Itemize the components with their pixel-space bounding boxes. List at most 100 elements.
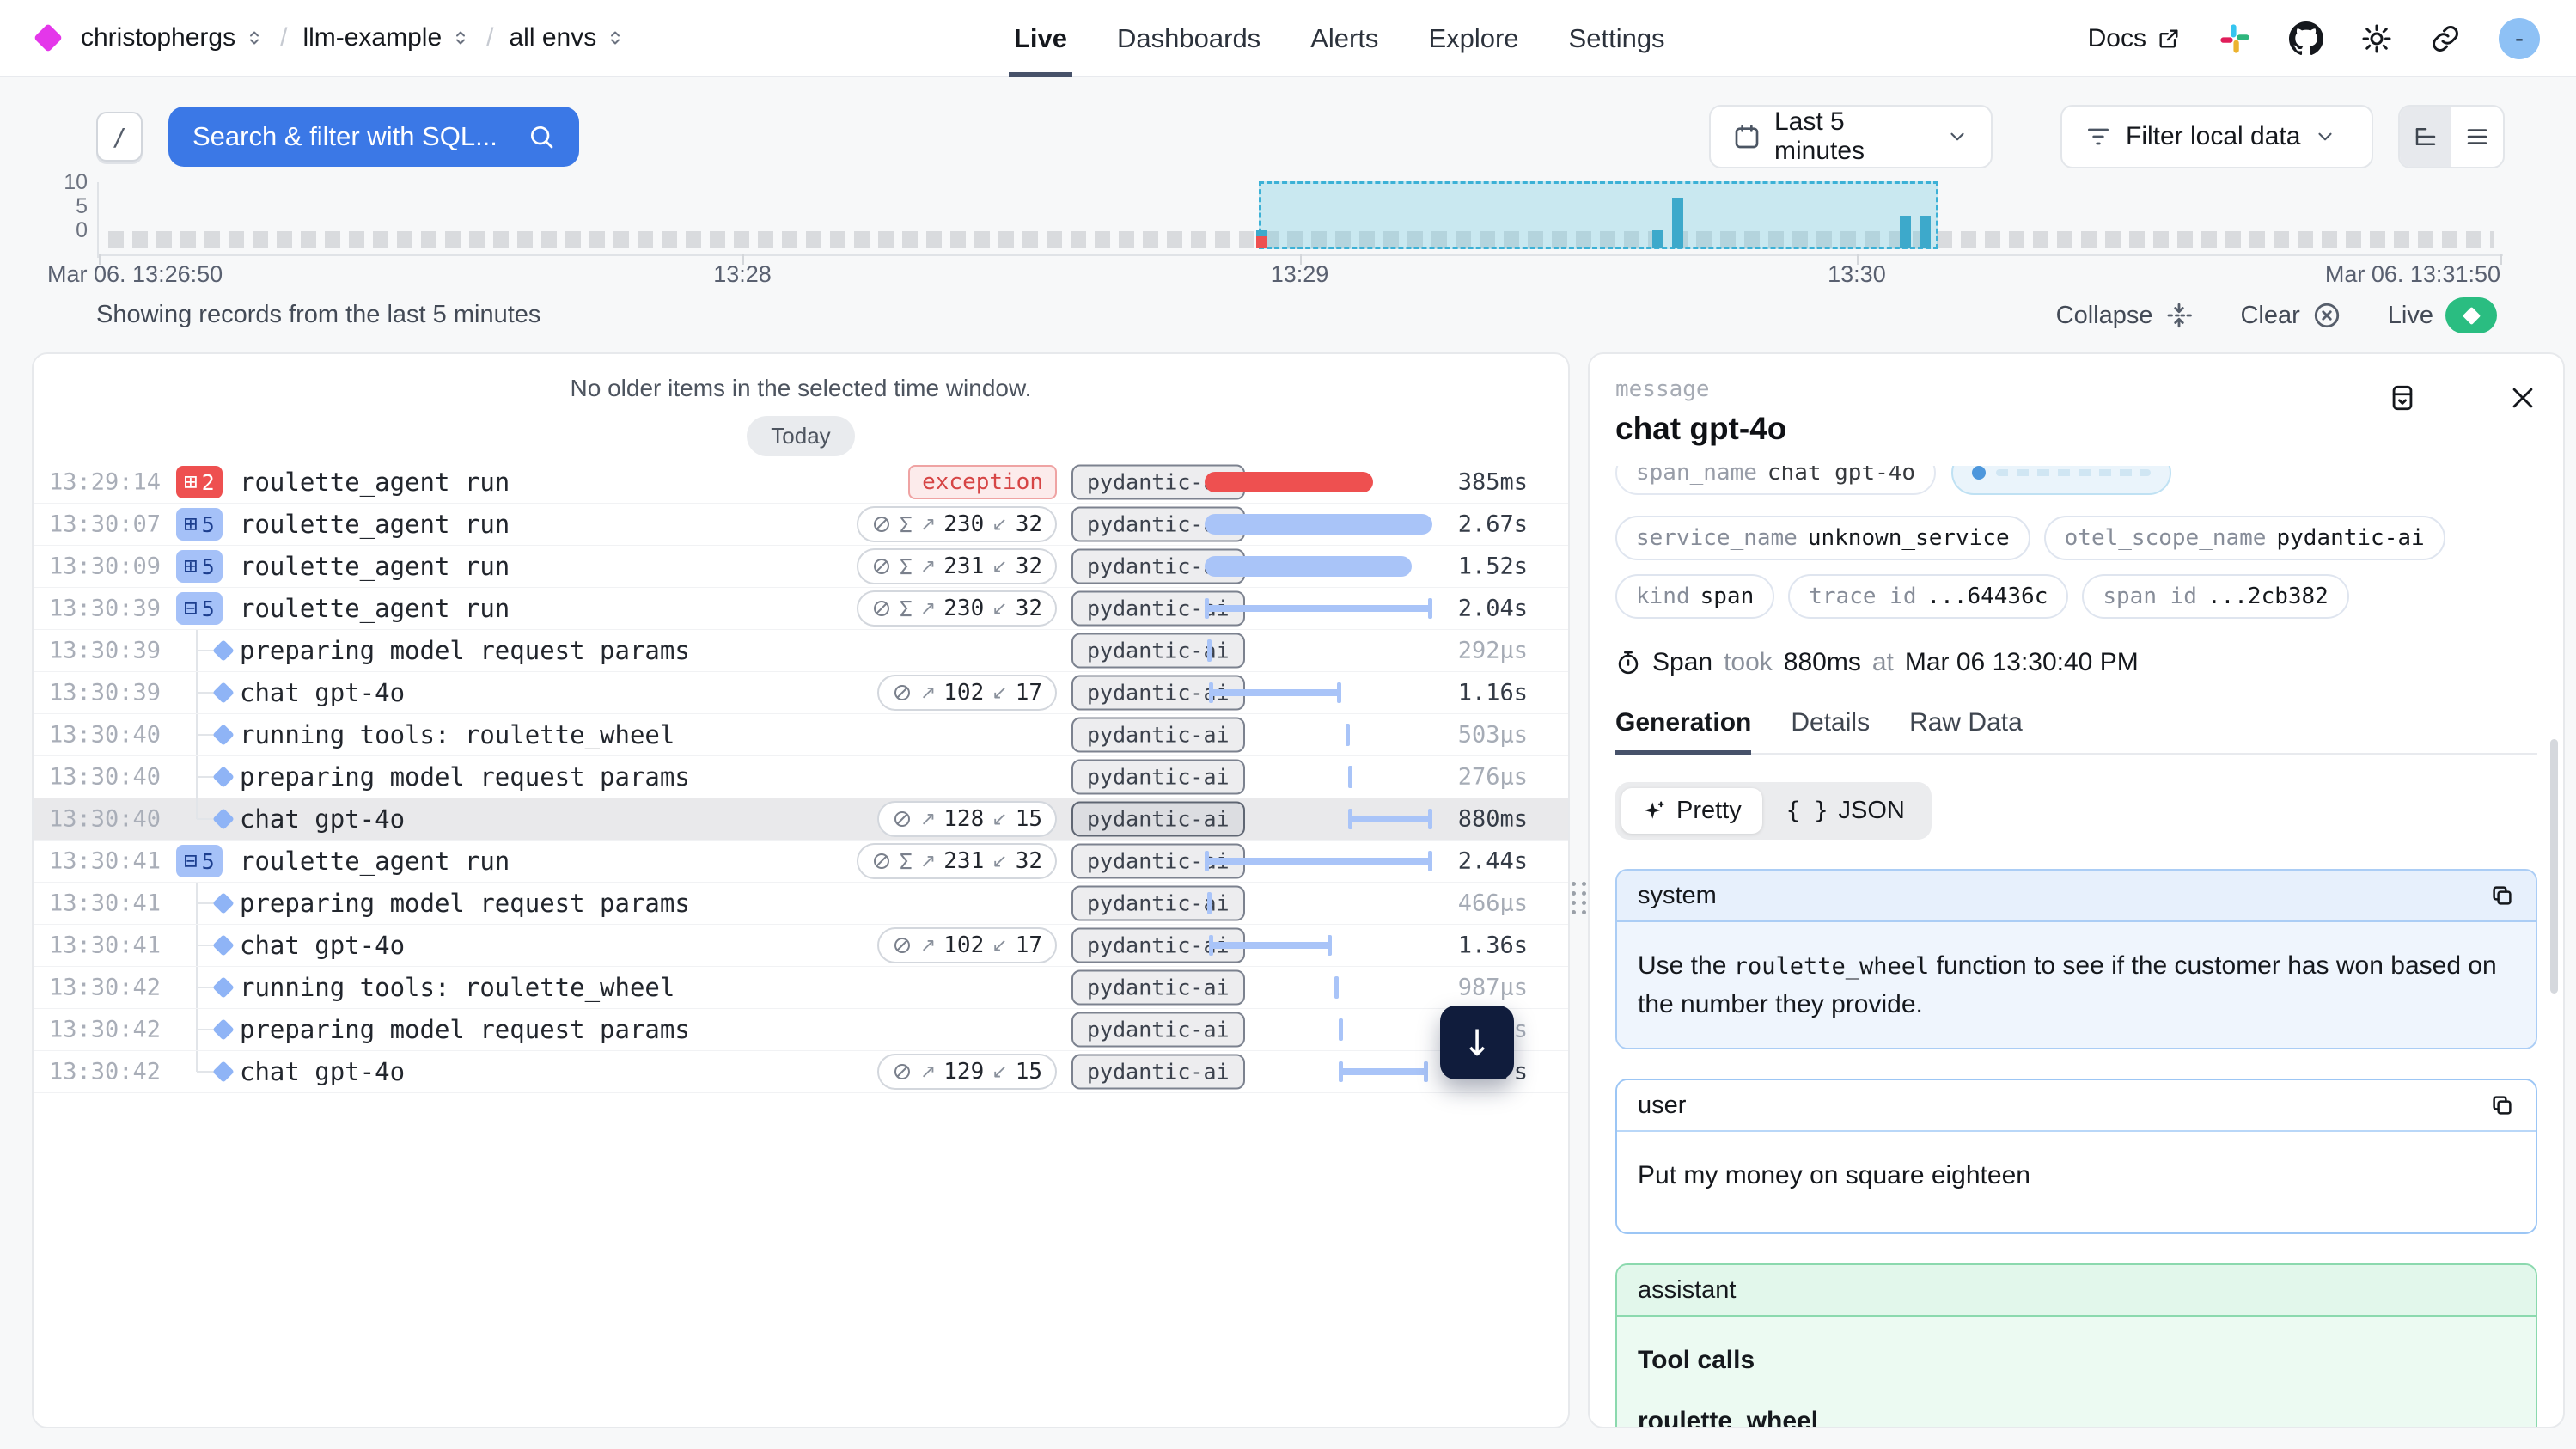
input-tokens: 129	[943, 1059, 984, 1085]
attribute-pill-row: kindspantrace_id...64436cspan_id...2cb38…	[1615, 574, 2537, 619]
span-detail-panel: message chat gpt-4o span_namechat gpt-4o…	[1588, 352, 2565, 1428]
slack-icon[interactable]	[2219, 22, 2251, 55]
docs-link[interactable]: Docs	[2088, 24, 2181, 53]
timeline-bar	[1900, 216, 1911, 249]
row-meta: Σ↗231↙32	[857, 548, 1057, 584]
tab-raw-data[interactable]: Raw Data	[1909, 708, 2023, 753]
log-row[interactable]: 13:30:40chat gpt-4o↗128↙15pydantic-ai880…	[34, 798, 1568, 841]
input-tokens: 230	[943, 511, 984, 537]
sum-icon: Σ	[900, 512, 913, 537]
tree-connector-line	[196, 798, 198, 819]
collapse-button[interactable]: Collapse	[2056, 301, 2194, 330]
trace-list-panel: No older items in the selected time wind…	[32, 352, 1570, 1428]
nav-tab-explore[interactable]: Explore	[1428, 0, 1518, 77]
output-tokens-arrow-icon: ↙	[992, 1061, 1007, 1083]
sum-icon: Σ	[900, 554, 913, 579]
attribute-pill-row: service_nameunknown_serviceotel_scope_na…	[1615, 516, 2537, 560]
tab-generation[interactable]: Generation	[1615, 708, 1751, 753]
duration-text: 2.67s	[1458, 511, 1528, 538]
link-icon[interactable]	[2448, 383, 2477, 413]
log-row[interactable]: 13:30:42running tools: roulette_wheelpyd…	[34, 967, 1568, 1009]
expand-collapse-badge[interactable]: ⊞5	[176, 550, 223, 583]
close-icon[interactable]	[2508, 383, 2537, 413]
tokens-icon	[892, 682, 913, 703]
message-card-system: systemUse the roulette_wheel function to…	[1615, 869, 2537, 1049]
log-row[interactable]: 13:30:41chat gpt-4o↗102↙17pydantic-ai1.3…	[34, 925, 1568, 967]
span-name: preparing model request params	[240, 762, 690, 792]
log-row[interactable]: 13:30:39chat gpt-4o↗102↙17pydantic-ai1.1…	[34, 672, 1568, 714]
share-link-icon[interactable]	[2430, 23, 2461, 54]
avatar[interactable]: -	[2499, 18, 2540, 59]
github-icon[interactable]	[2289, 21, 2323, 56]
log-row[interactable]: 13:30:09⊞5roulette_agent runΣ↗231↙32pyda…	[34, 546, 1568, 588]
nav-tab-live[interactable]: Live	[1014, 0, 1067, 77]
expand-collapse-badge[interactable]: ⊟5	[176, 592, 223, 625]
duration-bar-cell	[1205, 925, 1432, 966]
timeline-selection-window[interactable]	[1259, 181, 1938, 249]
duration-span-bar	[1209, 942, 1332, 949]
nav-tab-dashboards[interactable]: Dashboards	[1117, 0, 1261, 77]
breadcrumb-label: all envs	[510, 23, 597, 52]
log-row[interactable]: 13:30:42preparing model request paramspy…	[34, 1009, 1568, 1051]
attribute-value: ...2cb382	[2207, 584, 2329, 609]
log-row[interactable]: 13:30:41preparing model request paramspy…	[34, 883, 1568, 925]
nav-tab-alerts[interactable]: Alerts	[1310, 0, 1378, 77]
span-diamond-icon	[212, 724, 234, 745]
slash-shortcut-hint: /	[96, 112, 143, 162]
breadcrumb-label: llm-example	[302, 23, 442, 52]
scroll-to-bottom-button[interactable]: ↓	[1440, 1006, 1514, 1079]
breadcrumb-item[interactable]: all envs	[510, 23, 626, 52]
theme-icon[interactable]	[2361, 23, 2392, 54]
showing-records-text: Showing records from the last 5 minutes	[96, 301, 540, 329]
log-row[interactable]: 13:30:39⊟5roulette_agent runΣ↗230↙32pyda…	[34, 588, 1568, 630]
tab-details[interactable]: Details	[1791, 708, 1870, 753]
attribute-pill: otel_scope_namepydantic-ai	[2044, 516, 2445, 560]
breadcrumb-item[interactable]: llm-example	[302, 23, 471, 52]
log-timestamp: 13:30:07	[49, 511, 161, 538]
clear-button[interactable]: Clear	[2240, 301, 2341, 330]
attribute-value: unknown_service	[1808, 525, 2010, 551]
filter-local-data-dropdown[interactable]: Filter local data	[2060, 105, 2373, 168]
log-row[interactable]: 13:30:07⊞5roulette_agent runΣ↗230↙32pyda…	[34, 504, 1568, 546]
detail-scrollbar[interactable]	[2550, 739, 2558, 994]
copy-icon[interactable]	[2489, 1092, 2515, 1118]
attribute-key: kind	[1636, 584, 1690, 609]
expand-collapse-badge[interactable]: ⊞5	[176, 508, 223, 541]
view-mode-pretty[interactable]: Pretty	[1621, 788, 1762, 834]
log-row[interactable]: 13:30:42chat gpt-4o↗129↙15pydantic-ai1.0…	[34, 1051, 1568, 1093]
message-role-header: user	[1617, 1080, 2536, 1132]
inbox-icon[interactable]	[2388, 383, 2417, 413]
clear-label: Clear	[2240, 302, 2299, 330]
duration-bar-cell	[1205, 672, 1432, 713]
log-row[interactable]: 13:30:41⊟5roulette_agent runΣ↗231↙32pyda…	[34, 841, 1568, 883]
breadcrumb-item[interactable]: christophergs	[81, 23, 265, 52]
time-range-dropdown[interactable]: Last 5 minutes	[1709, 105, 1993, 168]
attribute-value: span	[1700, 584, 1755, 609]
span-name: roulette_agent run	[240, 510, 510, 539]
attribute-key: span_name	[1636, 466, 1757, 486]
collapse-icon: ⊟	[184, 597, 198, 620]
log-row[interactable]: 13:30:40preparing model request paramspy…	[34, 756, 1568, 798]
duration-bar-cell	[1205, 630, 1432, 671]
expand-collapse-badge[interactable]: ⊞2	[176, 466, 223, 498]
output-tokens: 15	[1016, 1059, 1042, 1085]
nav-tab-settings[interactable]: Settings	[1569, 0, 1665, 77]
toolbar: / Search & filter with SQL... Last 5 min…	[0, 101, 2576, 172]
log-row[interactable]: 13:30:40running tools: roulette_wheelpyd…	[34, 714, 1568, 756]
span-name: running tools: roulette_wheel	[240, 720, 675, 749]
view-mode-json[interactable]: { }JSON	[1766, 788, 1926, 834]
bar-cap	[1337, 682, 1341, 703]
copy-icon[interactable]	[2489, 883, 2515, 908]
calendar-icon	[1733, 123, 1761, 150]
span-title: chat gpt-4o	[1615, 411, 2537, 447]
log-row[interactable]: 13:30:39preparing model request paramspy…	[34, 630, 1568, 672]
panel-splitter-handle[interactable]	[1572, 882, 1587, 914]
duration-bar-cell	[1205, 967, 1432, 1008]
log-row[interactable]: 13:29:14⊞2roulette_agent runexceptionpyd…	[34, 462, 1568, 504]
span-name: running tools: roulette_wheel	[240, 973, 675, 1002]
tree-view-icon[interactable]	[2400, 107, 2451, 167]
expand-collapse-badge[interactable]: ⊟5	[176, 845, 223, 877]
list-view-icon[interactable]	[2451, 107, 2503, 167]
live-toggle[interactable]	[2445, 297, 2497, 333]
search-input[interactable]: Search & filter with SQL...	[168, 107, 579, 167]
